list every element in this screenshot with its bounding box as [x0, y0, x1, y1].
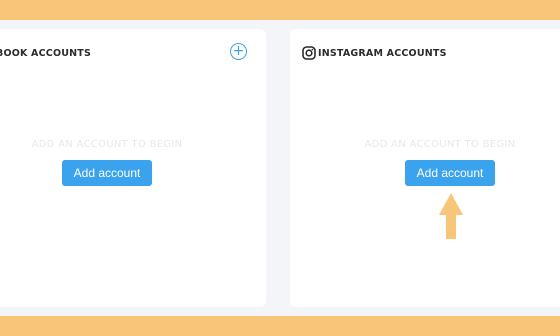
facebook-empty-text: ADD AN ACCOUNT TO BEGIN	[31, 139, 183, 150]
up-arrow-icon	[439, 193, 463, 239]
bottom-highlight-band	[0, 316, 560, 336]
instagram-icon	[302, 46, 316, 60]
facebook-accounts-card: BOOK ACCOUNTS + ADD AN ACCOUNT TO BEGIN …	[0, 29, 266, 307]
plus-circle-icon[interactable]: +	[230, 43, 247, 60]
instagram-empty-text: ADD AN ACCOUNT TO BEGIN	[364, 139, 516, 150]
instagram-card-title: INSTAGRAM ACCOUNTS	[318, 48, 447, 59]
instagram-accounts-card: INSTAGRAM ACCOUNTS ADD AN ACCOUNT TO BEG…	[290, 29, 560, 307]
facebook-add-account-button[interactable]: Add account	[62, 160, 152, 186]
top-highlight-band	[0, 0, 560, 20]
instagram-add-account-button[interactable]: Add account	[405, 160, 495, 186]
facebook-card-title: BOOK ACCOUNTS	[0, 48, 92, 59]
